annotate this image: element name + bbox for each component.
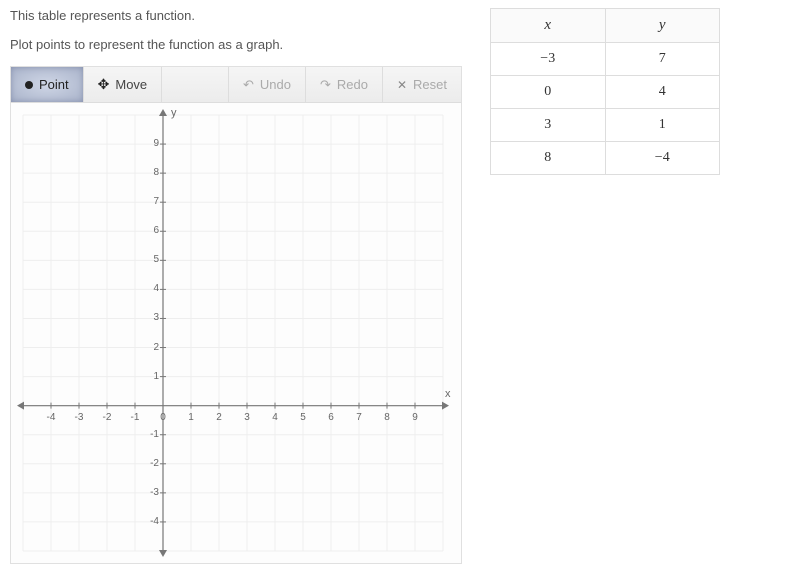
table-header-row: x y — [491, 9, 720, 43]
x-tick-label: -3 — [71, 412, 87, 423]
move-label: Move — [115, 77, 147, 92]
y-tick-label: 3 — [141, 312, 159, 323]
header-y: y — [605, 9, 720, 43]
y-tick-label: 1 — [141, 371, 159, 382]
table-row: 3 1 — [491, 109, 720, 142]
cell-x: 8 — [491, 142, 606, 175]
point-icon — [25, 81, 33, 89]
instruction-line-2: Plot points to represent the function as… — [10, 37, 470, 52]
redo-button[interactable]: ↷ Redo — [306, 67, 383, 102]
grid-svg — [11, 103, 461, 563]
x-tick-label: 2 — [211, 412, 227, 423]
y-tick-label: -1 — [141, 429, 159, 440]
x-axis-label: x — [445, 388, 451, 400]
x-tick-label: 4 — [267, 412, 283, 423]
x-tick-label: 7 — [351, 412, 367, 423]
table-row: 0 4 — [491, 76, 720, 109]
reset-label: Reset — [413, 77, 447, 92]
x-tick-label: 8 — [379, 412, 395, 423]
reset-icon: ✕ — [397, 78, 407, 92]
y-tick-label: 6 — [141, 225, 159, 236]
x-tick-label: 1 — [183, 412, 199, 423]
y-axis-label: y — [171, 107, 177, 119]
x-tick-label: 3 — [239, 412, 255, 423]
move-icon: ✥ — [98, 76, 110, 93]
x-tick-label: -4 — [43, 412, 59, 423]
y-tick-label: 5 — [141, 254, 159, 265]
y-tick-label: -2 — [141, 458, 159, 469]
reset-button[interactable]: ✕ Reset — [383, 67, 461, 102]
table-row: −3 7 — [491, 43, 720, 76]
undo-button[interactable]: ↶ Undo — [229, 67, 306, 102]
y-tick-label: 7 — [141, 196, 159, 207]
move-tool-button[interactable]: ✥ Move — [84, 67, 163, 102]
function-table: x y −3 7 0 4 3 1 8 −4 — [490, 8, 720, 175]
y-tick-label: 4 — [141, 283, 159, 294]
table-row: 8 −4 — [491, 142, 720, 175]
x-tick-label: 9 — [407, 412, 423, 423]
cell-x: 3 — [491, 109, 606, 142]
toolbar-spacer — [162, 67, 229, 102]
cell-x: 0 — [491, 76, 606, 109]
cell-y: 7 — [605, 43, 720, 76]
undo-label: Undo — [260, 77, 291, 92]
y-tick-label: 2 — [141, 342, 159, 353]
undo-icon: ↶ — [243, 77, 254, 93]
header-x: x — [491, 9, 606, 43]
point-label: Point — [39, 77, 69, 92]
instruction-line-1: This table represents a function. — [10, 8, 470, 23]
redo-icon: ↷ — [320, 77, 331, 93]
y-tick-label: 8 — [141, 167, 159, 178]
redo-label: Redo — [337, 77, 368, 92]
x-tick-label: 5 — [295, 412, 311, 423]
y-tick-label: -4 — [141, 516, 159, 527]
y-tick-label: -3 — [141, 487, 159, 498]
y-tick-label: 9 — [141, 138, 159, 149]
x-tick-label: 6 — [323, 412, 339, 423]
cell-y: −4 — [605, 142, 720, 175]
cell-y: 1 — [605, 109, 720, 142]
point-tool-button[interactable]: Point — [11, 67, 84, 102]
x-tick-label: -2 — [99, 412, 115, 423]
graph-widget: Point ✥ Move ↶ Undo ↷ Redo ✕ Reset — [10, 66, 462, 564]
x-tick-label: 0 — [155, 412, 171, 423]
graph-toolbar: Point ✥ Move ↶ Undo ↷ Redo ✕ Reset — [11, 67, 461, 103]
cell-x: −3 — [491, 43, 606, 76]
instructions: This table represents a function. Plot p… — [10, 8, 470, 52]
x-tick-label: -1 — [127, 412, 143, 423]
cell-y: 4 — [605, 76, 720, 109]
coordinate-plane[interactable]: y x -4 -3 -2 -1 0 1 2 3 4 5 6 7 8 9 -4 -3 -2 -1 1 2 3 4 5 6 7 8 9 — [11, 103, 461, 563]
